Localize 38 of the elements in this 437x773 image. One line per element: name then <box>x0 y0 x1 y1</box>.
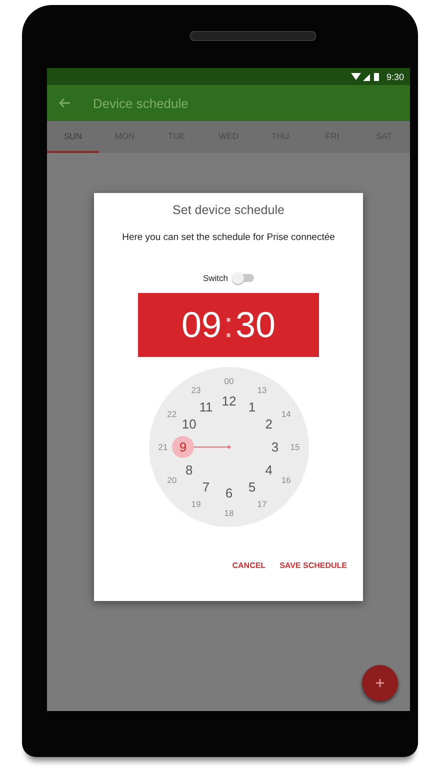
clock-number[interactable]: 5 <box>248 479 256 494</box>
clock-number[interactable]: 8 <box>185 462 192 478</box>
clock-number[interactable]: 7 <box>202 479 210 494</box>
clock-number[interactable]: 13 <box>256 384 266 395</box>
clock-number[interactable]: 20 <box>166 475 176 485</box>
clock-number[interactable]: 4 <box>264 462 272 478</box>
status-time: 9:30 <box>386 72 404 82</box>
clock-number[interactable]: 9 <box>178 440 186 454</box>
clock-number[interactable]: 19 <box>190 499 200 510</box>
dialog-message: Here you can set the schedule for Prise connectée <box>122 232 335 243</box>
clock-number[interactable]: 21 <box>158 442 168 452</box>
dialog-title: Set device schedule <box>172 203 284 217</box>
clock-hand[interactable] <box>192 446 230 448</box>
app-title: Device schedule <box>93 96 188 110</box>
clock-number[interactable]: 1 <box>248 400 256 415</box>
hours-text[interactable]: 09 <box>181 304 222 346</box>
clock-number[interactable]: 6 <box>224 486 232 500</box>
clock-number[interactable]: 10 <box>181 416 196 432</box>
clock-number[interactable]: 12 <box>221 394 236 408</box>
clock-number[interactable]: 16 <box>280 475 290 485</box>
clock-number[interactable]: 18 <box>224 508 234 518</box>
clock-number[interactable]: 23 <box>190 384 200 395</box>
toggle-switch[interactable] <box>234 274 254 282</box>
clock-number[interactable]: 17 <box>256 499 266 510</box>
plus-icon <box>375 678 385 688</box>
clock-number[interactable]: 11 <box>198 400 212 415</box>
back-icon[interactable] <box>59 98 71 108</box>
dialog-button[interactable]: CANCEL <box>230 557 268 574</box>
clock-number[interactable]: 3 <box>270 440 278 454</box>
clock-number[interactable]: 22 <box>166 409 176 419</box>
dialog-button[interactable]: SAVE SCHEDULE <box>278 557 349 574</box>
clock-number[interactable]: 15 <box>290 442 300 452</box>
clock-number[interactable]: 2 <box>264 416 272 432</box>
time-separator: : <box>223 304 234 346</box>
minutes-text[interactable]: 30 <box>236 304 276 346</box>
clock-number[interactable]: 14 <box>280 409 290 419</box>
switch-label: Switch <box>202 273 228 283</box>
clock-number[interactable]: 00 <box>224 376 234 386</box>
